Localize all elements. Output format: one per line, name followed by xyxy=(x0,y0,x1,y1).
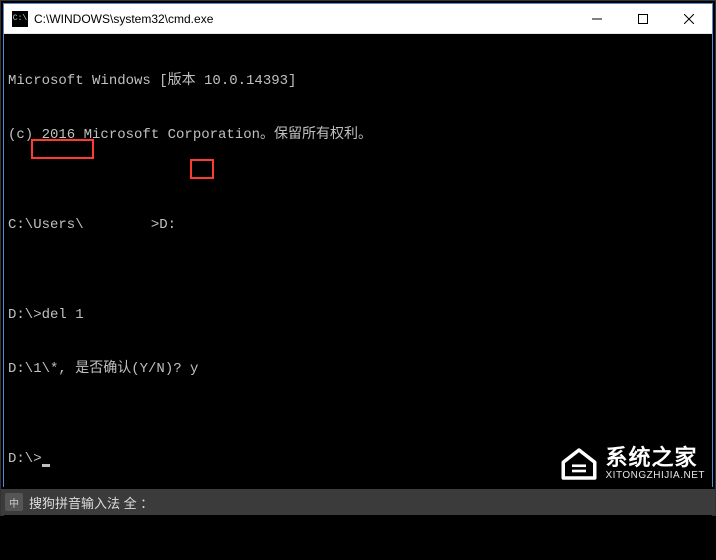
highlight-box-y xyxy=(190,159,214,179)
ime-bar[interactable]: 中 搜狗拼音输入法 全 ： xyxy=(1,489,715,515)
prompt-text: D:\> xyxy=(8,451,42,467)
terminal-line: D:\> xyxy=(8,450,708,468)
close-button[interactable] xyxy=(666,4,712,34)
terminal-line: Microsoft Windows [版本 10.0.14393] xyxy=(8,72,708,90)
cmd-icon: C:\ xyxy=(12,11,28,27)
titlebar[interactable]: C:\ C:\WINDOWS\system32\cmd.exe xyxy=(4,4,712,34)
ime-icon: 中 xyxy=(5,493,23,511)
terminal-line: D:\1\*, 是否确认(Y/N)? y xyxy=(8,360,708,378)
cmd-window: C:\ C:\WINDOWS\system32\cmd.exe Microsof… xyxy=(3,3,713,487)
cursor xyxy=(42,464,50,467)
terminal-line: D:\>del 1 xyxy=(8,306,708,324)
window-title: C:\WINDOWS\system32\cmd.exe xyxy=(34,12,574,26)
maximize-button[interactable] xyxy=(620,4,666,34)
terminal-line: C:\Users\ >D: xyxy=(8,216,708,234)
ime-label: 搜狗拼音输入法 全 ： xyxy=(29,493,153,512)
minimize-button[interactable] xyxy=(574,4,620,34)
terminal-line: (c) 2016 Microsoft Corporation。保留所有权利。 xyxy=(8,126,708,144)
window-controls xyxy=(574,4,712,34)
terminal-area[interactable]: Microsoft Windows [版本 10.0.14393] (c) 20… xyxy=(4,34,712,560)
